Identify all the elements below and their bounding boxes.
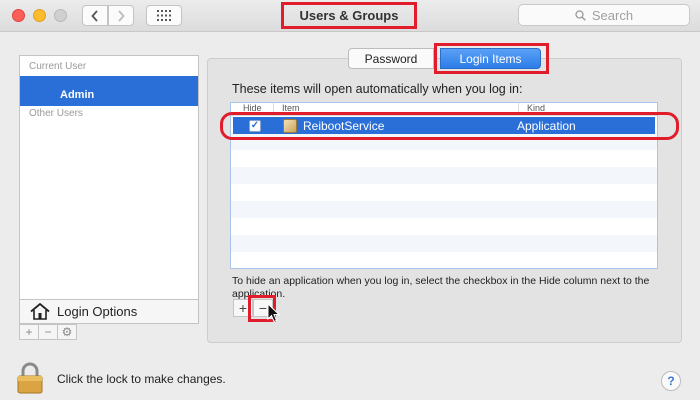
grid-icon [157,10,171,21]
add-user-button[interactable]: + [19,324,39,340]
house-icon [30,303,50,320]
row-highlight [220,112,679,140]
table-row [231,235,657,252]
sidebar-button-bar: + − ⚙ [19,324,199,340]
user-actions-gear-icon[interactable]: ⚙ [57,324,77,340]
window-title: Users & Groups [281,2,417,29]
login-items-intro: These items will open automatically when… [232,82,523,96]
title-bar: Users & Groups Search [0,0,700,32]
user-item-admin[interactable]: Admin [20,76,198,106]
login-options-item[interactable]: Login Options [19,300,199,324]
table-row [231,150,657,167]
current-user-header: Current User [29,61,87,72]
search-icon [575,9,586,21]
show-all-button[interactable] [146,5,182,26]
lock-message: Click the lock to make changes. [57,372,226,386]
remove-user-button[interactable]: − [38,324,58,340]
tab-highlight [434,43,549,74]
minimize-window-button[interactable] [33,9,46,22]
chevron-right-icon [118,9,125,22]
close-window-button[interactable] [12,9,25,22]
lock-icon[interactable] [15,362,45,394]
hide-hint-text: To hide an application when you log in, … [232,275,650,300]
forward-button[interactable] [108,5,134,26]
tab-password[interactable]: Password [348,48,434,69]
search-placeholder: Search [591,7,634,23]
table-row [231,218,657,235]
table-row [231,201,657,218]
login-options-label: Login Options [57,304,138,319]
users-sidebar: Current User Admin Other Users [19,55,199,300]
help-button[interactable]: ? [661,371,681,391]
other-users-header: Other Users [29,108,83,119]
search-field[interactable]: Search [518,4,690,26]
table-row [231,167,657,184]
mouse-pointer-icon [267,303,281,323]
chevron-left-icon [91,9,98,22]
table-row [231,252,657,268]
zoom-window-button[interactable] [54,9,67,22]
back-button[interactable] [82,5,108,26]
table-row [231,184,657,201]
